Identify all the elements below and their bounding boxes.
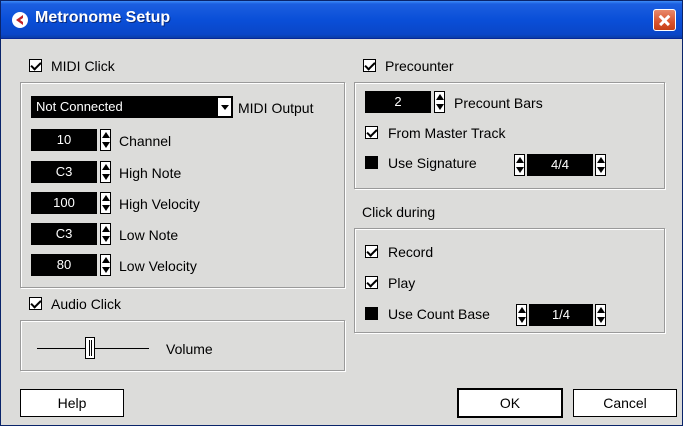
signature-spinner-left[interactable] (514, 154, 525, 176)
close-icon[interactable] (653, 9, 676, 31)
midi-output-select[interactable]: Not Connected (31, 96, 233, 118)
volume-slider-thumb[interactable] (85, 337, 95, 359)
play-label: Play (388, 275, 416, 291)
channel-spinner[interactable] (100, 129, 111, 151)
precount-bars-value: 2 (394, 94, 402, 109)
low-note-spinner[interactable] (100, 223, 111, 245)
click-during-label: Click during (362, 204, 436, 220)
channel-value: 10 (56, 132, 72, 147)
title-bar[interactable]: Metronome Setup (1, 1, 682, 39)
from-master-track-label: From Master Track (388, 125, 506, 141)
volume-label: Volume (166, 341, 213, 357)
use-count-base-label: Use Count Base (388, 306, 490, 322)
low-velocity-field[interactable]: 80 (31, 254, 97, 276)
ok-button[interactable]: OK (458, 389, 562, 417)
count-base-spinner-right[interactable] (595, 304, 606, 326)
low-velocity-spinner[interactable] (100, 254, 111, 276)
low-note-value: C3 (55, 226, 73, 241)
signature-field[interactable]: 4/4 (527, 154, 593, 176)
high-note-value: C3 (55, 164, 73, 179)
cancel-button[interactable]: Cancel (573, 389, 677, 417)
count-base-value: 1/4 (551, 307, 571, 322)
midi-output-label: MIDI Output (238, 100, 314, 116)
precounter-label: Precounter (385, 58, 454, 74)
signature-spinner-right[interactable] (595, 154, 606, 176)
low-note-label: Low Note (119, 227, 179, 243)
high-note-spinner[interactable] (100, 161, 111, 183)
precount-bars-field[interactable]: 2 (365, 91, 431, 113)
count-base-field[interactable]: 1/4 (529, 304, 593, 326)
help-button[interactable]: Help (20, 389, 124, 417)
channel-label: Channel (119, 133, 172, 149)
high-velocity-label: High Velocity (119, 196, 200, 212)
record-label: Record (388, 244, 434, 260)
metronome-setup-window: Metronome Setup MIDI Click Not Connected… (0, 0, 683, 426)
use-count-base-checkbox[interactable] (365, 307, 378, 320)
chevron-down-icon[interactable] (217, 97, 232, 117)
use-signature-label: Use Signature (388, 155, 477, 171)
midi-click-label: MIDI Click (51, 58, 115, 74)
high-velocity-value: 100 (53, 195, 75, 210)
signature-value: 4/4 (550, 157, 570, 172)
low-velocity-value: 80 (56, 257, 72, 272)
high-velocity-spinner[interactable] (100, 192, 111, 214)
high-velocity-field[interactable]: 100 (31, 192, 97, 214)
high-note-field[interactable]: C3 (31, 161, 97, 183)
precount-bars-label: Precount Bars (454, 95, 543, 111)
channel-field[interactable]: 10 (31, 129, 97, 151)
high-note-label: High Note (119, 165, 182, 181)
window-title: Metronome Setup (35, 9, 171, 26)
precount-bars-spinner[interactable] (434, 91, 445, 113)
precounter-checkbox[interactable] (363, 59, 376, 72)
low-note-field[interactable]: C3 (31, 223, 97, 245)
record-checkbox[interactable] (365, 245, 378, 258)
audio-click-label: Audio Click (51, 296, 122, 312)
audio-click-checkbox[interactable] (29, 297, 42, 310)
cubase-logo-icon (12, 12, 28, 28)
play-checkbox[interactable] (365, 276, 378, 289)
low-velocity-label: Low Velocity (119, 258, 197, 274)
midi-click-checkbox[interactable] (29, 59, 42, 72)
count-base-spinner-left[interactable] (516, 304, 527, 326)
use-signature-checkbox[interactable] (365, 156, 378, 169)
from-master-track-checkbox[interactable] (365, 126, 378, 139)
